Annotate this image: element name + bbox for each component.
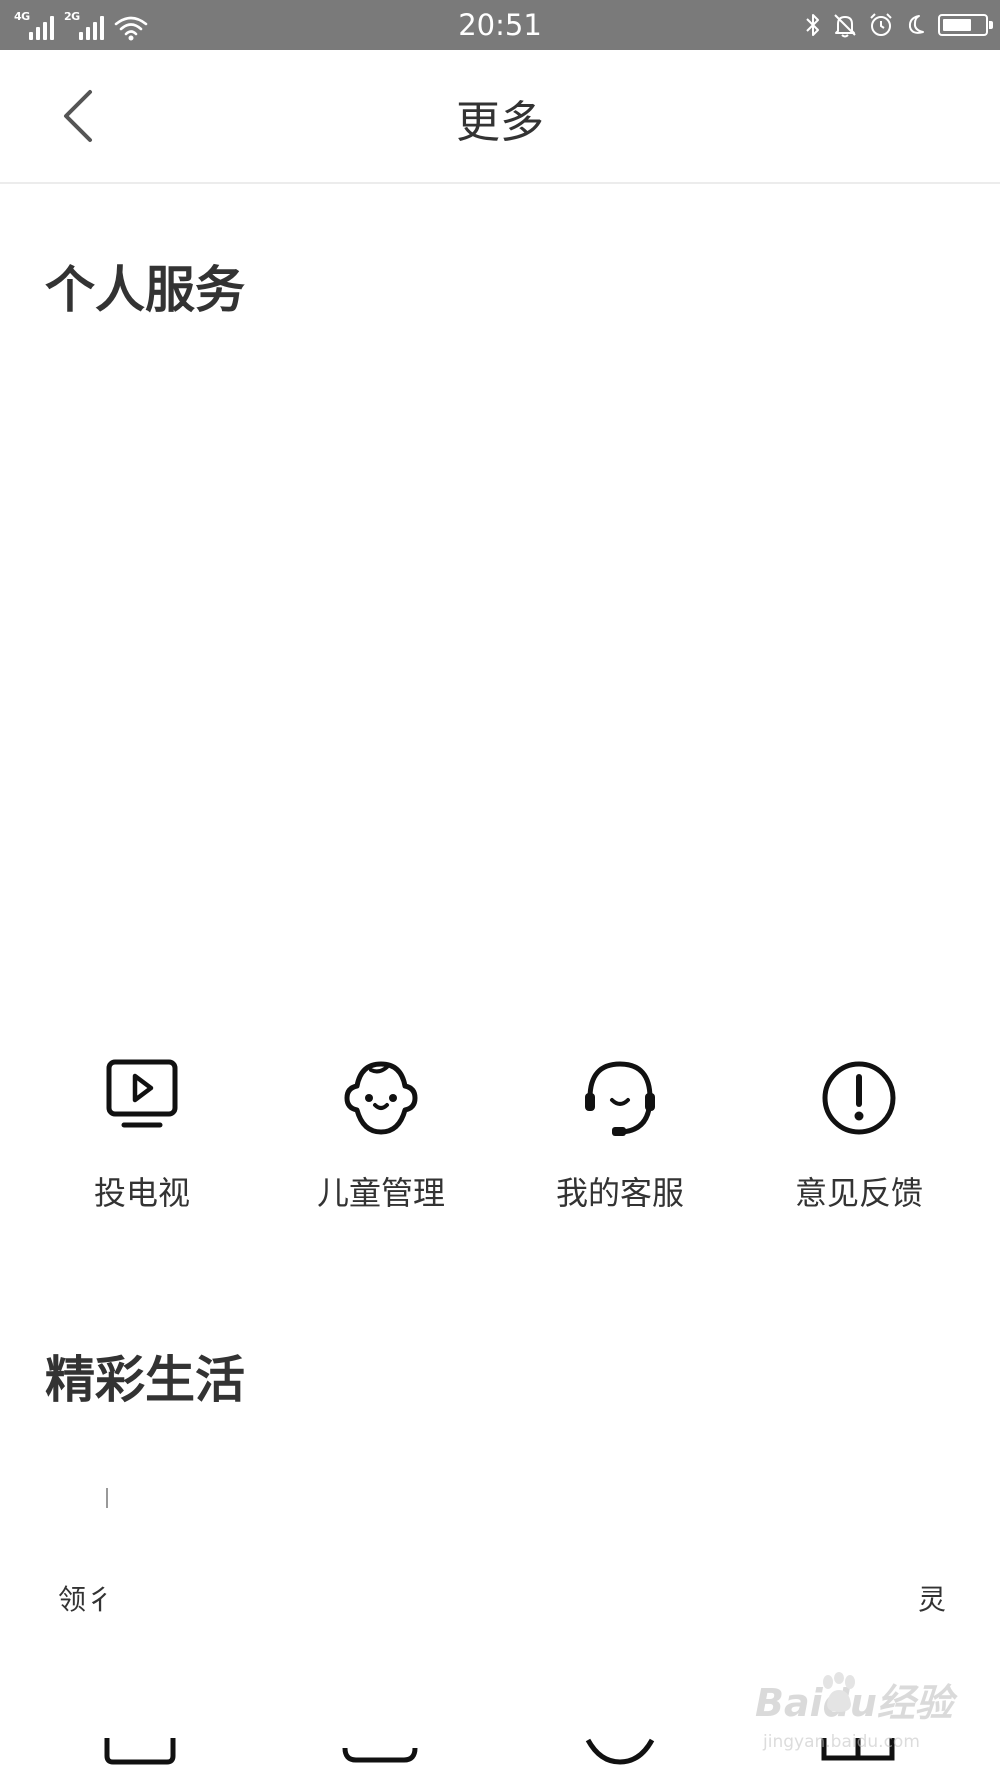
bell-off-icon [834,14,856,38]
bluetooth-icon [806,14,819,36]
customer-service-icon [585,1061,655,1136]
partial-item-label-right[interactable]: 灵 [918,1578,946,1618]
feedback-exclamation-icon [822,1061,896,1135]
partial-item-label-left[interactable]: 领彳 [58,1578,114,1618]
service-label: 意见反馈 [794,1174,923,1212]
partial-icon-1 [104,1738,176,1765]
service-label: 我的客服 [555,1174,684,1212]
service-label: 投电视 [93,1174,190,1212]
nav-bar: 更多 [0,50,1000,184]
service-item-customer-service[interactable]: 我的客服 [500,1058,740,1214]
alarm-icon [870,13,892,36]
chevron-left-icon[interactable] [52,86,112,146]
watermark-url: jingyan.baidu.com [763,1732,920,1752]
battery-icon [938,14,993,36]
baidu-watermark: Baidu经验 jingyan.baidu.com [755,1672,953,1762]
service-item-cast-tv[interactable]: 投电视 [22,1058,262,1214]
page-title: 更多 [456,97,544,148]
child-face-icon [344,1061,418,1135]
status-right [804,10,993,40]
partial-icon-2 [342,1747,418,1763]
service-item-child-management[interactable]: 儿童管理 [261,1058,501,1214]
moon-icon [908,15,924,34]
section-title-wonderful-life: 精彩生活 [45,1351,245,1409]
partial-icon-3 [585,1738,655,1765]
service-item-feedback[interactable]: 意见反馈 [739,1058,979,1214]
tv-play-icon [106,1059,178,1128]
divider-tick [106,1488,108,1508]
paw-icon [823,1672,855,1712]
section-title-personal-services: 个人服务 [45,261,245,319]
service-label: 儿童管理 [316,1174,445,1212]
status-bar: 4G 2G 20:51 [0,0,1000,50]
